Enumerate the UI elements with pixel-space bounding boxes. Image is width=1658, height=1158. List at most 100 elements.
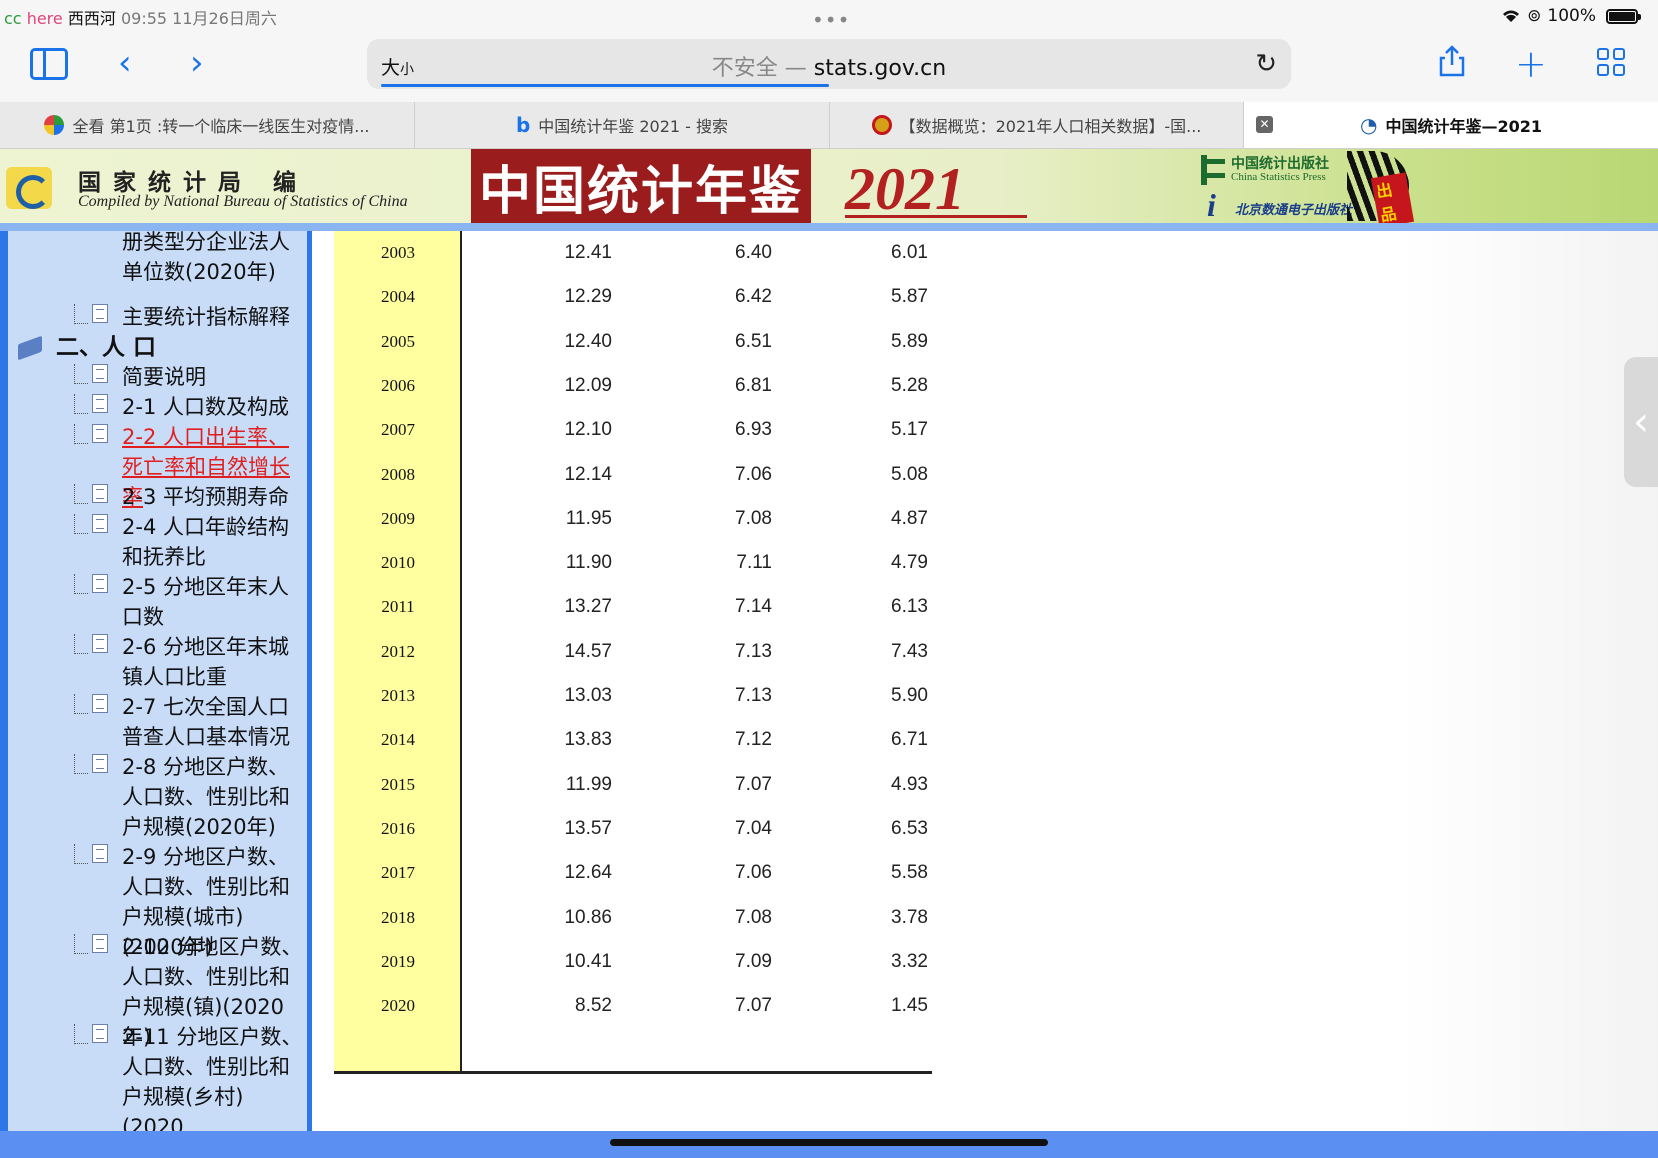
document-icon <box>92 574 108 593</box>
chevron-right-icon[interactable]: › <box>190 46 204 80</box>
birth-rate-cell: 13.27 <box>564 596 612 618</box>
reload-icon[interactable]: ↻ <box>1255 49 1277 79</box>
page-banner: 国家统计局 编 Compiled by National Bureau of S… <box>0 149 1658 228</box>
yearbook-year: 2021 <box>845 156 965 222</box>
side-panel-handle[interactable]: ‹ <box>1624 357 1658 487</box>
document-icon <box>92 364 108 383</box>
info-press-icon: i <box>1207 187 1216 223</box>
status-right: ⊚ 100% <box>1501 6 1641 26</box>
tree-connector <box>74 574 88 594</box>
birth-rate-cell: 10.86 <box>564 906 612 928</box>
death-rate-cell: 6.81 <box>735 374 772 396</box>
publisher-logo: 中国统计出版社 China Statistics Press i 北京数通电子出… <box>1197 151 1415 228</box>
publisher-mark-icon <box>1201 155 1225 185</box>
plus-icon[interactable]: + <box>1515 42 1547 86</box>
year-cell: 2016 <box>381 818 415 838</box>
table-row: 2017 12.64 7.06 5.58 <box>334 851 932 895</box>
growth-rate-cell: 5.58 <box>891 862 928 884</box>
table-row: 2014 13.83 7.12 6.71 <box>334 718 932 762</box>
yearbook-title: 中国统计年鉴 <box>471 149 811 223</box>
home-indicator[interactable] <box>610 1139 1048 1146</box>
toc-item-label[interactable]: 2-11 分地区户数、人口数、性别比和户规模(乡村)(2020 <box>122 1022 304 1131</box>
toc-item-label[interactable]: 2-8 分地区户数、人口数、性别比和户规模(2020年) <box>122 752 304 842</box>
bing-icon: b <box>515 113 531 137</box>
tree-connector <box>74 514 88 534</box>
table-row: 2013 13.03 7.13 5.90 <box>334 674 932 718</box>
year-cell: 2003 <box>381 243 415 262</box>
birth-rate-cell: 11.90 <box>565 552 612 574</box>
status-left: cc here 西西河 09:55 11月26日周六 <box>4 5 277 29</box>
toc-item-label[interactable]: 2-3 平均预期寿命 <box>122 482 304 512</box>
compiled-by: Compiled by National Bureau of Statistic… <box>78 193 408 210</box>
toc-item-label[interactable]: 册类型分企业法人单位数(2020年) <box>122 231 304 287</box>
table-row: 2005 12.40 6.51 5.89 <box>334 320 932 364</box>
emblem-icon <box>871 115 892 135</box>
death-rate-cell: 7.08 <box>735 906 772 928</box>
document-icon <box>92 304 108 323</box>
tab-4-active[interactable]: ✕ ◔ 中国统计年鉴—2021 <box>1244 102 1658 148</box>
toc-sidebar: 册类型分企业法人单位数(2020年) 主要统计指标解释 二、人 口 简要说明 2-… <box>0 231 312 1131</box>
tree-connector <box>74 934 88 954</box>
status-bar: cc here 西西河 09:55 11月26日周六 ••• ⊚ 100% <box>0 0 1658 34</box>
tab-2[interactable]: b 中国统计年鉴 2021 - 搜索 <box>415 102 830 148</box>
document-icon <box>92 424 108 443</box>
overlay-cc: cc <box>4 9 22 28</box>
year-cell: 2005 <box>381 331 415 351</box>
battery-icon <box>1606 8 1641 24</box>
growth-rate-cell: 6.13 <box>891 596 928 618</box>
page-edge-shadow <box>1398 231 1658 1131</box>
document-icon <box>92 514 108 533</box>
toc-item-label[interactable]: 2-5 分地区年末人口数 <box>122 572 304 632</box>
death-rate-cell: 7.14 <box>735 596 772 618</box>
year-cell: 2011 <box>381 597 415 617</box>
table-bottom-rule <box>334 1071 932 1074</box>
url-display[interactable]: 不安全 — stats.gov.cn <box>367 50 1291 82</box>
close-icon[interactable]: ✕ <box>1256 116 1273 133</box>
insecure-label: 不安全 — <box>711 56 807 81</box>
browser-toolbar: ‹ › 大小 不安全 — stats.gov.cn ↻ + <box>0 34 1658 102</box>
sidebar-icon[interactable] <box>30 48 68 80</box>
toc-section-population[interactable]: 二、人 口 <box>18 332 156 363</box>
tree-connector <box>74 304 88 324</box>
year-cell: 2020 <box>381 996 415 1016</box>
overlay-here: here <box>26 9 63 28</box>
toc-item-label[interactable]: 主要统计指标解释 <box>122 302 304 332</box>
birth-rate-cell: 13.83 <box>564 729 612 751</box>
url-domain: stats.gov.cn <box>813 56 947 81</box>
tree-connector <box>74 1024 88 1044</box>
growth-rate-cell: 4.93 <box>891 773 928 795</box>
year-cell: 2009 <box>381 508 415 528</box>
tab-1[interactable]: 全看 第1页 :转一个临床一线医生对疫情... <box>0 102 415 148</box>
growth-rate-cell: 5.17 <box>891 419 928 441</box>
growth-rate-cell: 5.87 <box>891 286 928 308</box>
death-rate-cell: 7.09 <box>735 950 772 972</box>
tree-connector <box>74 694 88 714</box>
document-icon <box>92 484 108 503</box>
toc-item-label[interactable]: 2-6 分地区年末城镇人口比重 <box>122 632 304 692</box>
birth-rate-cell: 12.41 <box>564 242 612 263</box>
toc-item-label[interactable]: 2-7 七次全国人口普查人口基本情况 <box>122 692 304 752</box>
multitask-dots-icon[interactable]: ••• <box>812 8 850 32</box>
toc-item-label[interactable]: 简要说明 <box>122 362 304 392</box>
birth-rate-cell: 10.41 <box>564 950 612 972</box>
year-cell: 2017 <box>381 863 415 883</box>
tabs-grid-icon[interactable] <box>1597 48 1625 76</box>
chevron-left-icon[interactable]: ‹ <box>118 46 132 80</box>
growth-rate-cell: 5.28 <box>891 374 928 396</box>
tree-connector <box>74 394 88 414</box>
toc-item-label[interactable]: 2-4 人口年龄结构和抚养比 <box>122 512 304 572</box>
status-time: 09:55 11月26日周六 <box>120 9 277 28</box>
tree-connector <box>74 424 88 444</box>
address-bar[interactable]: 大小 不安全 — stats.gov.cn ↻ <box>367 39 1291 89</box>
tab-title: 中国统计年鉴 2021 - 搜索 <box>538 117 729 136</box>
death-rate-cell: 7.13 <box>735 685 772 706</box>
tab-3[interactable]: 【数据概览：2021年人口相关数据】-国... <box>830 102 1244 148</box>
battery-percent: 100% <box>1547 6 1596 26</box>
share-icon[interactable] <box>1437 45 1467 77</box>
year-cell: 2004 <box>381 287 415 307</box>
publisher-en: China Statistics Press <box>1231 171 1326 183</box>
growth-rate-cell: 6.53 <box>891 817 928 839</box>
toc-item-label[interactable]: 2-1 人口数及构成 <box>122 392 304 422</box>
death-rate-cell: 6.42 <box>735 286 772 308</box>
document-icon <box>92 1024 108 1043</box>
